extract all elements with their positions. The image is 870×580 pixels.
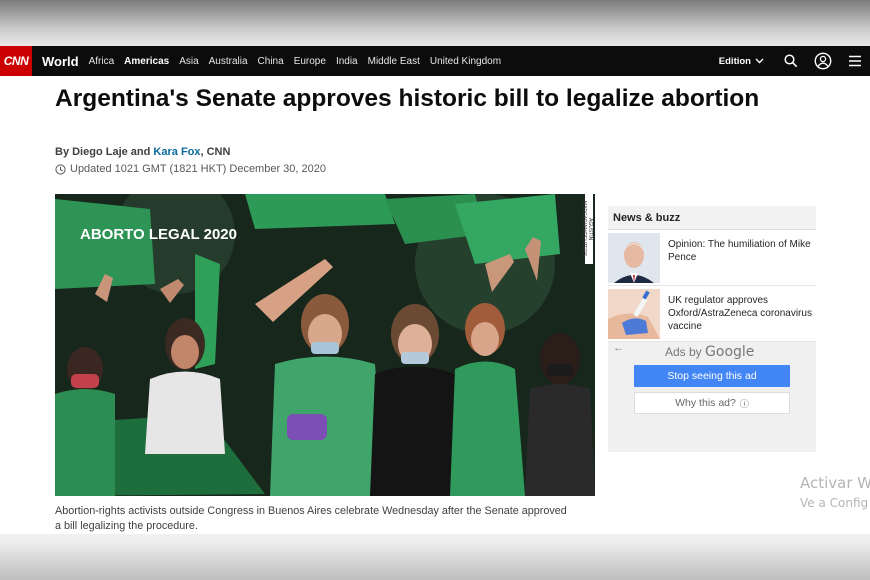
- top-nav-bar: CNN World Africa Americas Asia Australia…: [0, 46, 870, 76]
- nav-item-africa[interactable]: Africa: [89, 56, 115, 67]
- back-arrow-icon[interactable]: ←: [613, 342, 624, 354]
- watermark-line-2: Ve a Config: [800, 496, 869, 510]
- cnn-logo[interactable]: CNN: [0, 46, 32, 76]
- ads-by-label: Ads by: [665, 345, 702, 359]
- updated-timestamp: Updated 1021 GMT (1821 HKT) December 30,…: [55, 163, 326, 175]
- protest-crowd-illustration: ABORTO LEGAL 2020: [55, 194, 595, 496]
- nav-item-middle-east[interactable]: Middle East: [368, 56, 420, 67]
- sidebar-story[interactable]: Opinion: The humiliation of Mike Pence: [608, 230, 816, 286]
- search-icon[interactable]: [782, 52, 800, 70]
- nav-item-europe[interactable]: Europe: [294, 56, 326, 67]
- section-title[interactable]: World: [42, 54, 79, 69]
- stop-seeing-ad-button[interactable]: Stop seeing this ad: [634, 365, 790, 387]
- user-icon[interactable]: [814, 52, 832, 70]
- sidebar-story[interactable]: UK regulator approves Oxford/AstraZeneca…: [608, 286, 816, 342]
- why-this-ad-label: Why this ad?: [675, 397, 736, 409]
- aborto-legal-sign-text: ABORTO LEGAL 2020: [80, 226, 237, 243]
- byline-prefix: By Diego Laje and: [55, 146, 151, 158]
- edition-dropdown[interactable]: Edition: [719, 56, 764, 67]
- photo-caption: Abortion-rights activists outside Congre…: [55, 505, 567, 532]
- sidebar-story-text: Opinion: The humiliation of Mike Pence: [668, 239, 811, 263]
- nav-item-india[interactable]: India: [336, 56, 358, 67]
- byline-suffix: , CNN: [200, 146, 231, 158]
- browser-page: CNN World Africa Americas Asia Australia…: [0, 46, 870, 534]
- mike-pence-thumbnail: [608, 233, 660, 283]
- updated-text: Updated 1021 GMT (1821 HKT) December 30,…: [70, 163, 326, 175]
- google-ad-feedback: ← Ads by Google Stop seeing this ad Why …: [608, 342, 816, 452]
- sidebar-title: News & buzz: [608, 206, 816, 230]
- watermark-line-1: Activar W: [800, 474, 870, 492]
- menu-icon[interactable]: [846, 52, 864, 70]
- nav-right-controls: Edition: [719, 46, 870, 76]
- clock-icon: [55, 163, 66, 175]
- sidebar-story-text: UK regulator approves Oxford/AstraZeneca…: [668, 295, 812, 332]
- chevron-down-icon: [755, 58, 764, 64]
- edition-label: Edition: [718, 55, 751, 67]
- nav-item-australia[interactable]: Australia: [209, 56, 248, 67]
- photo-credit: AGUSTIN MARCARIAN/REUTERS: [581, 194, 593, 264]
- blurred-background-top: [0, 0, 870, 46]
- ads-by-google: Ads by Google: [665, 344, 754, 360]
- nav-item-asia[interactable]: Asia: [179, 56, 198, 67]
- google-wordmark: Google: [705, 344, 755, 360]
- byline: By Diego Laje and Kara Fox, CNN: [55, 146, 230, 158]
- author-link-kara-fox[interactable]: Kara Fox: [153, 146, 200, 158]
- nav-item-united-kingdom[interactable]: United Kingdom: [430, 56, 501, 67]
- vaccine-thumbnail: [608, 289, 660, 339]
- article-headline: Argentina's Senate approves historic bil…: [55, 85, 760, 112]
- why-this-ad-button[interactable]: Why this ad? ⓘ: [634, 392, 790, 414]
- article-hero-photo[interactable]: ABORTO LEGAL 2020 AGUSTIN MARCARIAN/REUT…: [55, 194, 595, 496]
- news-buzz-sidebar: News & buzz Opinion: The humiliation of …: [608, 206, 816, 452]
- info-icon: ⓘ: [739, 398, 749, 409]
- nav-item-americas[interactable]: Americas: [124, 56, 169, 67]
- nav-item-china[interactable]: China: [258, 56, 284, 67]
- windows-activation-watermark: Activar W Ve a Config: [800, 474, 870, 510]
